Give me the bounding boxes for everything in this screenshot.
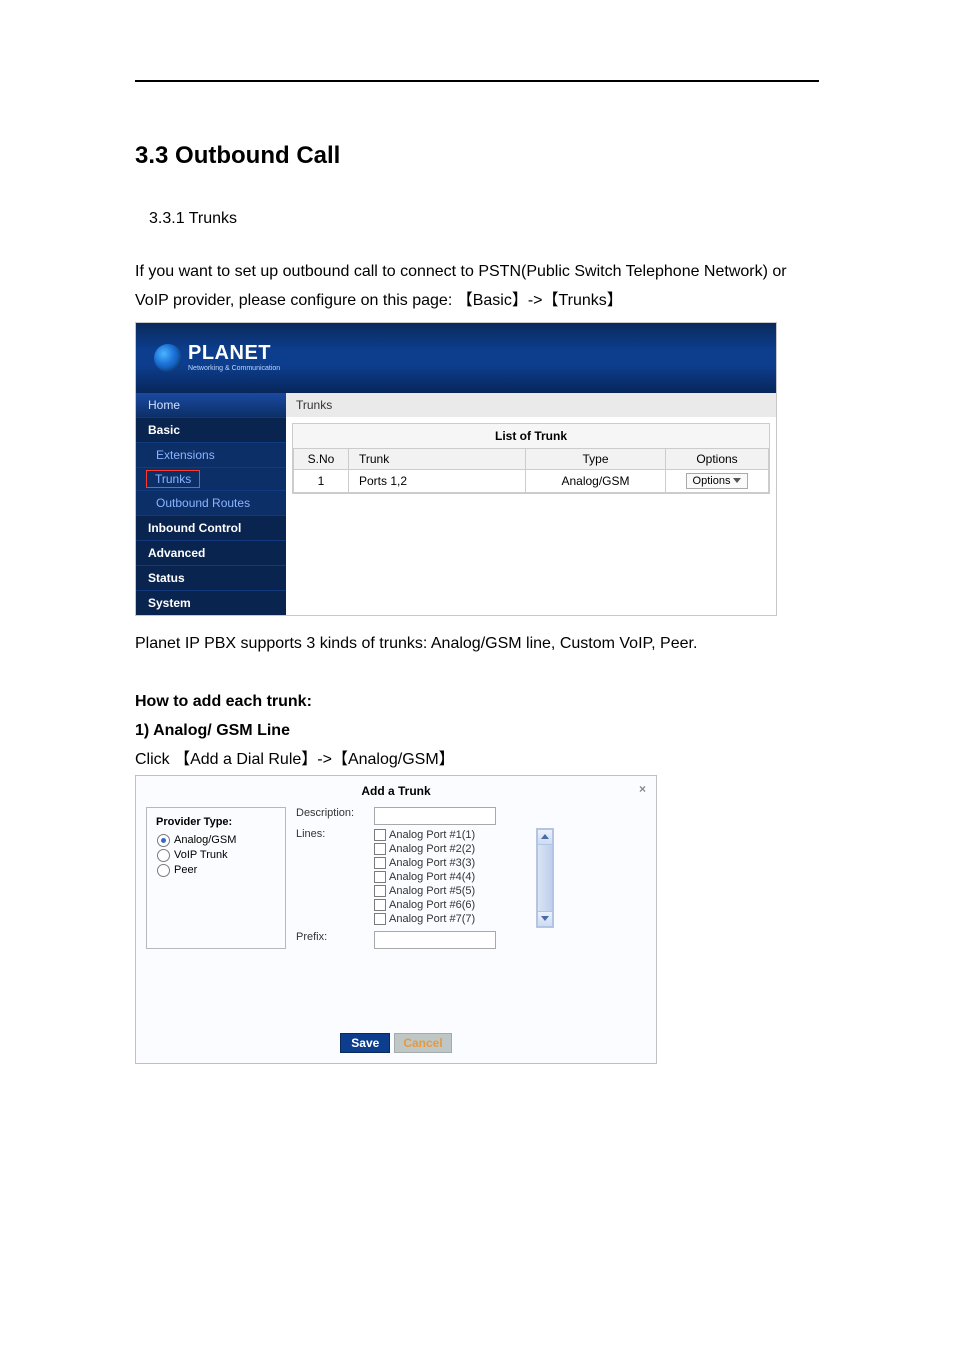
scroll-down-button[interactable]: [537, 911, 553, 927]
radio-icon: [157, 834, 170, 847]
subsection-title: 3.3.1 Trunks: [149, 210, 819, 228]
section-title: 3.3 Outbound Call: [135, 142, 819, 170]
add-trunk-modal: Add a Trunk × Provider Type: Analog/GSM …: [135, 775, 657, 1064]
checkbox-icon[interactable]: [374, 913, 386, 925]
checkbox-icon[interactable]: [374, 871, 386, 883]
provider-type-legend: Provider Type:: [153, 816, 235, 828]
save-button[interactable]: Save: [340, 1033, 390, 1053]
list-title: List of Trunk: [293, 424, 769, 448]
radio-icon: [157, 864, 170, 877]
radio-analog-gsm[interactable]: Analog/GSM: [157, 834, 275, 847]
nav-section-status[interactable]: Status: [136, 565, 286, 590]
chevron-up-icon: [541, 834, 549, 839]
cell-trunk: Ports 1,2: [349, 469, 526, 492]
nav-section-advanced[interactable]: Advanced: [136, 540, 286, 565]
howto-heading: How to add each trunk:: [135, 688, 819, 717]
radio-voip-trunk[interactable]: VoIP Trunk: [157, 849, 275, 862]
cancel-button[interactable]: Cancel: [394, 1033, 451, 1053]
intro-paragraph: If you want to set up outbound call to c…: [135, 258, 819, 316]
provider-type-fieldset: Provider Type: Analog/GSM VoIP Trunk Pee…: [146, 807, 286, 949]
lines-listbox[interactable]: Analog Port #1(1) Analog Port #2(2) Anal…: [374, 828, 536, 928]
page-top-rule: [135, 80, 819, 82]
nav-item-outbound-routes[interactable]: Outbound Routes: [136, 490, 286, 515]
scroll-up-button[interactable]: [537, 829, 553, 845]
click-instruction: Click 【Add a Dial Rule】->【Analog/GSM】: [135, 746, 819, 775]
modal-title: Add a Trunk ×: [136, 776, 656, 801]
options-dropdown-button[interactable]: Options: [686, 473, 749, 489]
options-label: Options: [693, 475, 731, 487]
brand-tagline: Networking & Communication: [188, 365, 280, 372]
analog-gsm-heading: 1) Analog/ GSM Line: [135, 717, 819, 746]
scrollbar-thumb[interactable]: [537, 845, 553, 911]
col-type: Type: [526, 448, 666, 469]
col-trunk: Trunk: [349, 448, 526, 469]
description-input[interactable]: [374, 807, 496, 825]
description-label: Description:: [296, 807, 368, 819]
nav-item-extensions[interactable]: Extensions: [136, 442, 286, 467]
close-icon[interactable]: ×: [639, 782, 646, 796]
nav-section-system[interactable]: System: [136, 590, 286, 615]
prefix-input[interactable]: [374, 931, 496, 949]
checkbox-icon[interactable]: [374, 885, 386, 897]
supports-paragraph: Planet IP PBX supports 3 kinds of trunks…: [135, 630, 819, 659]
prefix-label: Prefix:: [296, 931, 368, 943]
nav-section-inbound-control[interactable]: Inbound Control: [136, 515, 286, 540]
chevron-down-icon: [733, 478, 741, 483]
breadcrumb: Trunks: [286, 393, 776, 417]
nav-item-trunks[interactable]: Trunks: [146, 470, 200, 488]
chevron-down-icon: [541, 916, 549, 921]
checkbox-icon[interactable]: [374, 857, 386, 869]
brand-logo: PLANET Networking & Communication: [154, 343, 280, 372]
cell-type: Analog/GSM: [526, 469, 666, 492]
col-options: Options: [666, 448, 769, 469]
table-row: 1 Ports 1,2 Analog/GSM Options: [294, 469, 769, 492]
checkbox-icon[interactable]: [374, 843, 386, 855]
checkbox-icon[interactable]: [374, 829, 386, 841]
scrollbar[interactable]: [536, 828, 554, 928]
lines-label: Lines:: [296, 828, 368, 840]
radio-peer[interactable]: Peer: [157, 864, 275, 877]
col-sno: S.No: [294, 448, 349, 469]
radio-icon: [157, 849, 170, 862]
brand-name: PLANET: [188, 343, 280, 363]
trunks-ui-screenshot: PLANET Networking & Communication Home T…: [135, 322, 777, 616]
app-header: PLANET Networking & Communication: [136, 323, 776, 393]
checkbox-icon[interactable]: [374, 899, 386, 911]
planet-globe-icon: [154, 344, 182, 372]
nav-home[interactable]: Home: [136, 393, 286, 417]
nav-section-basic[interactable]: Basic: [136, 417, 286, 442]
trunks-table: S.No Trunk Type Options 1 Ports 1,2 Anal…: [293, 448, 769, 493]
cell-sno: 1: [294, 469, 349, 492]
